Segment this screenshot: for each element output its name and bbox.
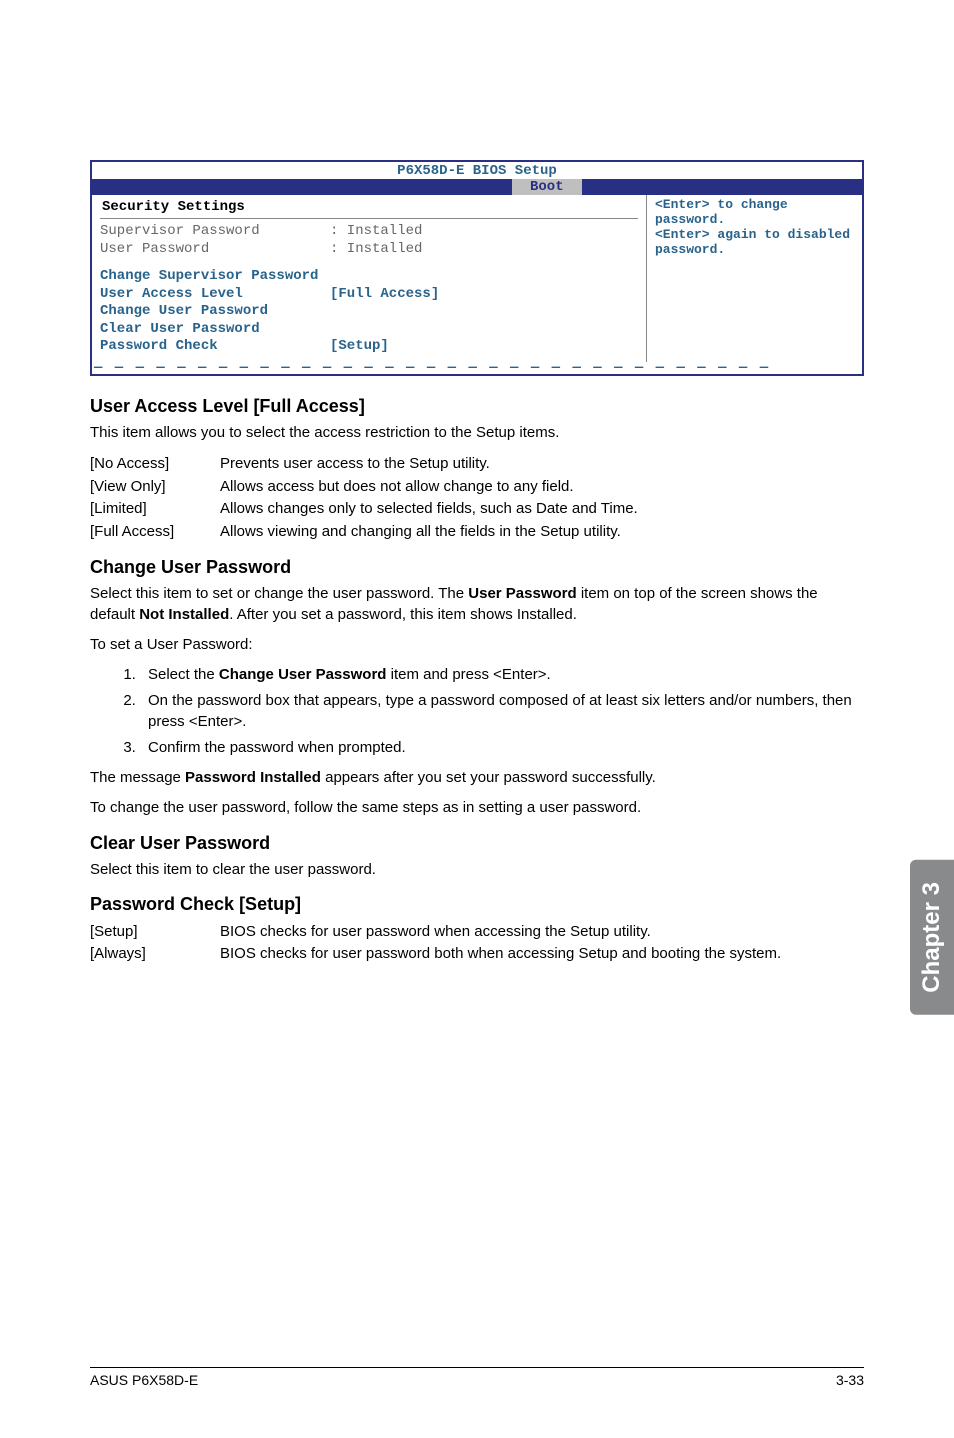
bios-title: P6X58D-E BIOS Setup [92,162,862,179]
paragraph: To set a User Password: [90,635,864,655]
definition-desc: BIOS checks for user password when acces… [220,921,864,944]
footer-page-number: 3-33 [836,1372,864,1388]
definition-desc: Allows viewing and changing all the fiel… [220,521,864,544]
bios-tab-boot: Boot [512,179,582,195]
step-item: On the password box that appears, type a… [140,691,864,732]
step-item: Confirm the password when prompted. [140,738,864,758]
paragraph: To change the user password, follow the … [90,798,864,818]
definition-list: [Setup] BIOS checks for user password wh… [90,921,864,966]
text-bold: Password Installed [185,769,321,786]
bios-screenshot: P6X58D-E BIOS Setup Boot Security Settin… [90,160,864,376]
definition-row: [Limited] Allows changes only to selecte… [90,498,864,521]
definition-list: [No Access] Prevents user access to the … [90,453,864,543]
definition-term: [Setup] [90,921,220,944]
bios-section-heading: Security Settings [102,199,638,215]
heading-user-access-level: User Access Level [Full Access] [90,396,864,417]
text: . After you set a password, this item sh… [229,606,577,623]
bios-value: : Installed [330,223,422,241]
bios-row-change-supervisor: Change Supervisor Password [100,268,638,286]
definition-desc: Allows access but does not allow change … [220,476,864,499]
text: appears after you set your password succ… [321,769,656,786]
chapter-side-tab: Chapter 3 [910,860,954,1015]
text-bold: Change User Password [219,666,387,683]
text: Select this item to set or change the us… [90,585,468,602]
bios-row-supervisor: Supervisor Password : Installed [100,223,638,241]
heading-password-check: Password Check [Setup] [90,894,864,915]
bios-bottom-rule: — — — — — — — — — — — — — — — — — — — — … [92,362,862,375]
text: item and press <Enter>. [386,666,550,683]
bios-tab-bar: Boot [92,179,862,195]
definition-desc: Prevents user access to the Setup utilit… [220,453,864,476]
bios-label: Password Check [100,338,330,356]
definition-term: [Always] [90,943,220,966]
footer-product: ASUS P6X58D-E [90,1372,198,1388]
bios-value: [Setup] [330,338,389,356]
definition-row: [Always] BIOS checks for user password b… [90,943,864,966]
bios-label: User Access Level [100,286,330,304]
paragraph: The message Password Installed appears a… [90,768,864,788]
bios-main-panel: Security Settings Supervisor Password : … [92,195,647,362]
page-footer: ASUS P6X58D-E 3-33 [90,1367,864,1388]
bios-help-text: <Enter> to change password. <Enter> agai… [655,197,854,257]
definition-row: [Full Access] Allows viewing and changin… [90,521,864,544]
definition-row: [No Access] Prevents user access to the … [90,453,864,476]
bios-value: [Full Access] [330,286,439,304]
text-bold: Not Installed [139,606,229,623]
bios-row-password-check: Password Check [Setup] [100,338,638,356]
bios-label: Supervisor Password [100,223,330,241]
paragraph: This item allows you to select the acces… [90,423,864,443]
definition-row: [View Only] Allows access but does not a… [90,476,864,499]
bios-label: User Password [100,241,330,259]
paragraph: Select this item to clear the user passw… [90,860,864,880]
bios-help-panel: <Enter> to change password. <Enter> agai… [647,195,862,362]
bios-row-user: User Password : Installed [100,241,638,259]
definition-desc: BIOS checks for user password both when … [220,943,864,966]
heading-clear-user-password: Clear User Password [90,833,864,854]
paragraph: Select this item to set or change the us… [90,584,864,625]
bios-row-user-access-level: User Access Level [Full Access] [100,286,638,304]
steps-list: Select the Change User Password item and… [90,665,864,758]
bios-row-change-user: Change User Password [100,303,638,321]
definition-term: [Limited] [90,498,220,521]
definition-row: [Setup] BIOS checks for user password wh… [90,921,864,944]
text: Select the [148,666,219,683]
step-item: Select the Change User Password item and… [140,665,864,685]
heading-change-user-password: Change User Password [90,557,864,578]
definition-term: [No Access] [90,453,220,476]
bios-row-clear-user: Clear User Password [100,321,638,339]
definition-desc: Allows changes only to selected fields, … [220,498,864,521]
text: The message [90,769,185,786]
definition-term: [View Only] [90,476,220,499]
definition-term: [Full Access] [90,521,220,544]
bios-value: : Installed [330,241,422,259]
text-bold: User Password [468,585,576,602]
